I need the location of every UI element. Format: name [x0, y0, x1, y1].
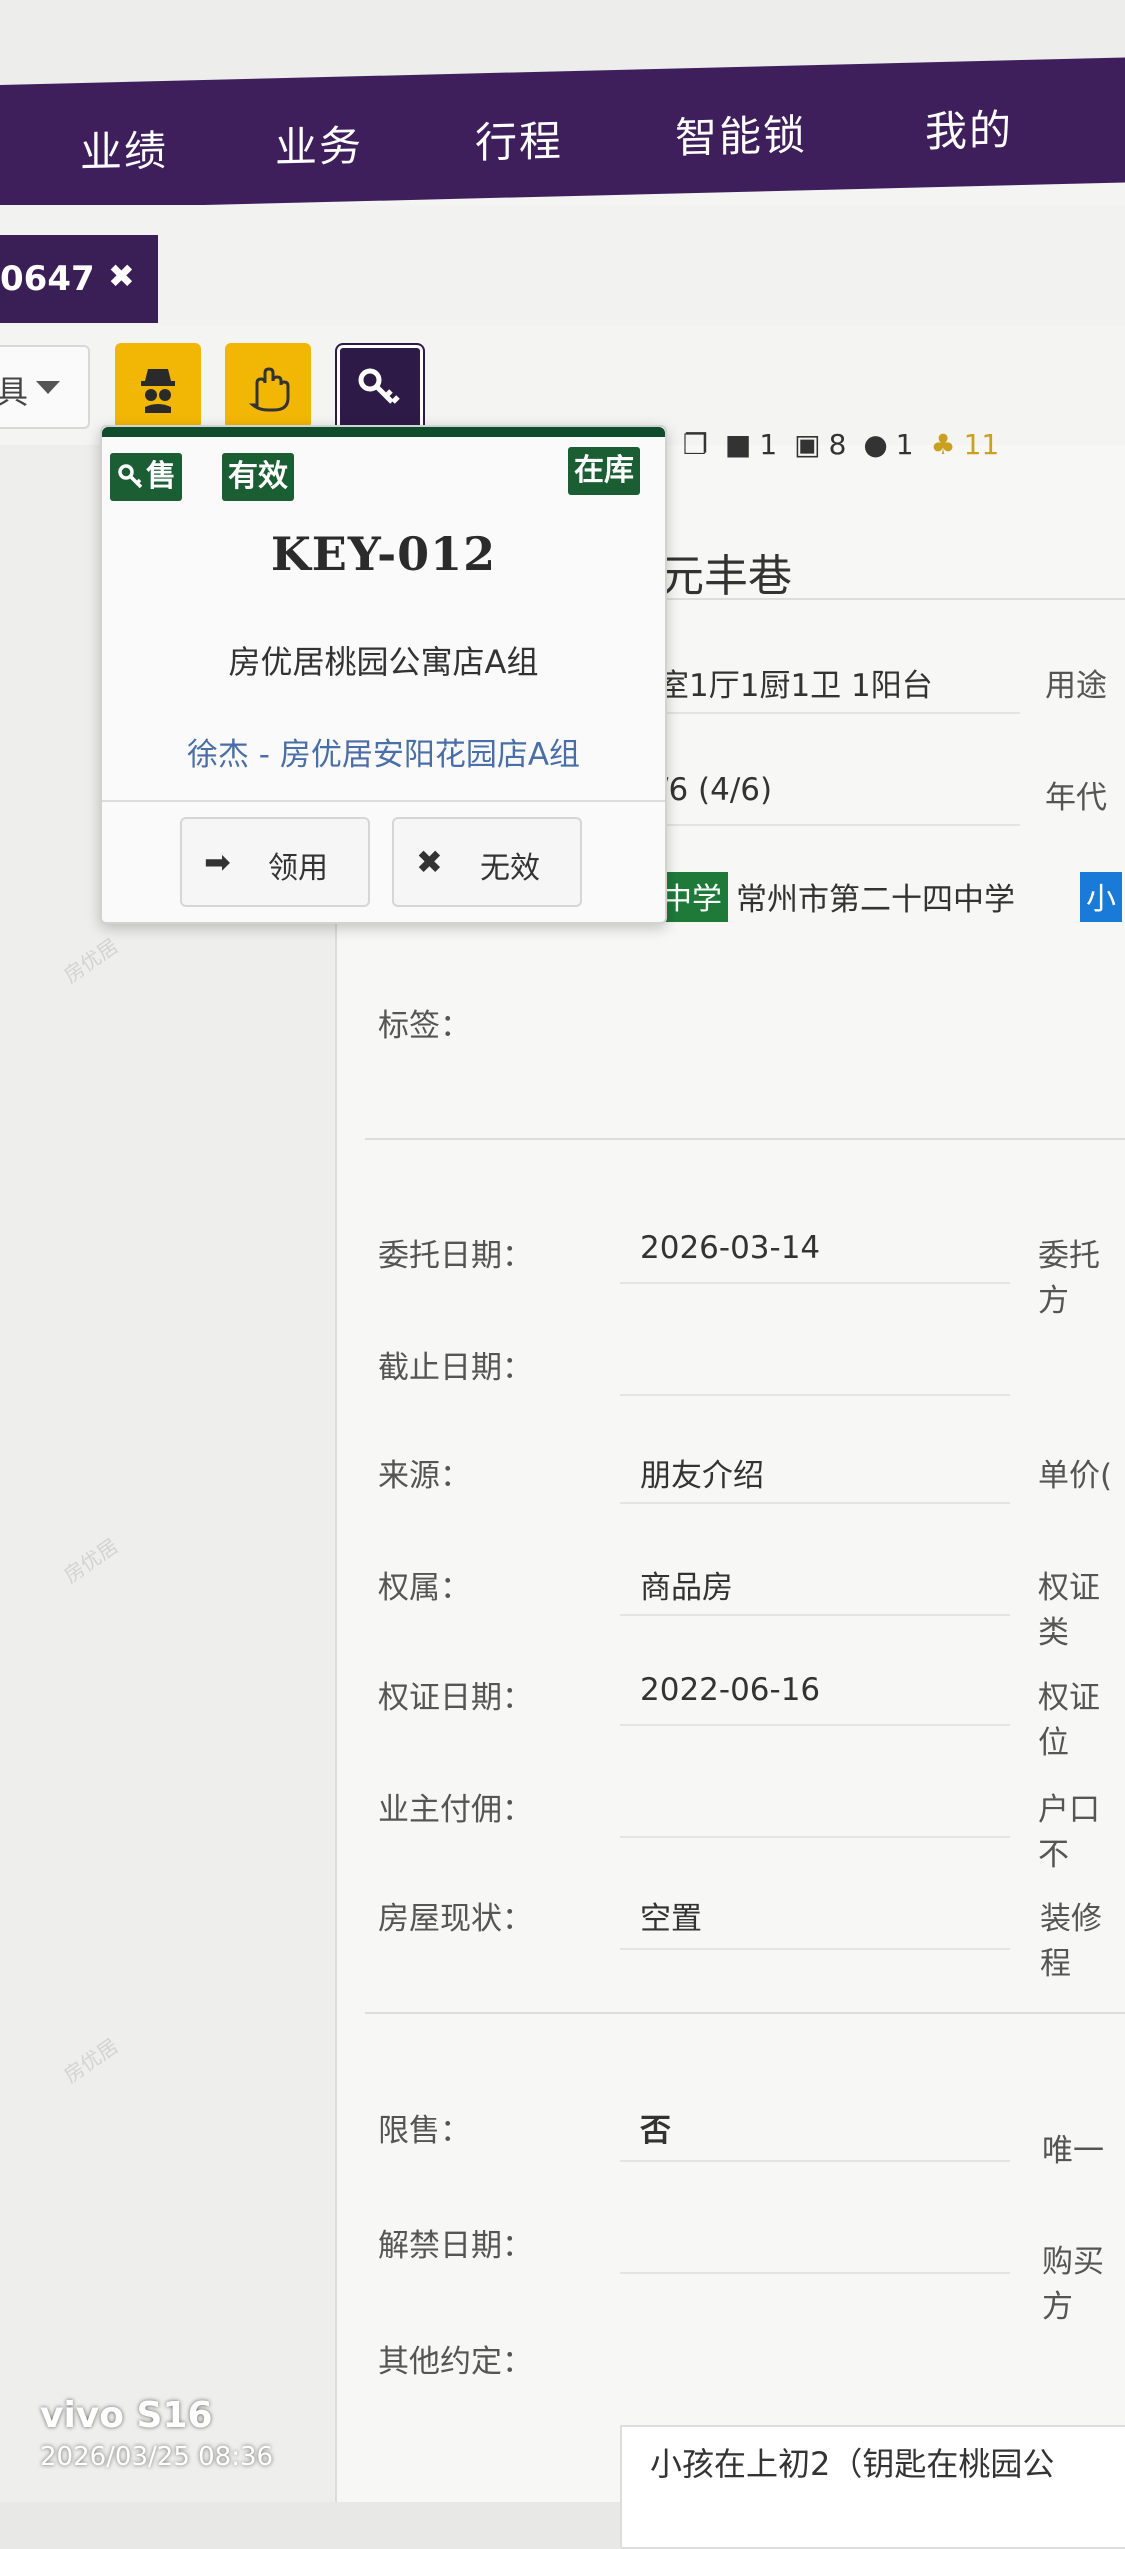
key-popup: 售 有效 在库 KEY-012 房优居桃园公寓店A组 徐杰 - 房优居安阳花园店… [100, 425, 667, 924]
commission-party-label: 委托方 [1038, 1238, 1100, 1319]
owner-commission-label: 业主付佣： [378, 1792, 533, 1828]
commission-date-label: 委托日期： [378, 1238, 533, 1274]
address-title: 元丰巷 [660, 551, 792, 602]
cert-date-label: 权证日期： [378, 1680, 533, 1716]
field-underline [620, 1394, 1010, 1396]
media-icons-row: ❐ ■ 1 ▣ 8 ● 1 ♣ 11 [660, 428, 1007, 468]
restrict-value: 否 [640, 2113, 671, 2149]
camera-timestamp: 2026/03/25 08:36 [40, 2442, 274, 2472]
field-underline [640, 824, 1020, 826]
cert-type-label: 权证类 [1038, 1570, 1100, 1651]
ownership-value: 商品房 [640, 1570, 733, 1606]
divider [365, 1138, 1125, 1140]
floor-value: /6 (4/6) [658, 772, 773, 808]
decoration-label: 装修程 [1040, 1901, 1102, 1982]
copy-icon[interactable]: ❐ [683, 428, 708, 461]
notes-text: 小孩在上初2（钥匙在桃园公 [650, 2445, 1055, 2483]
cert-location-label: 权证位 [1038, 1680, 1100, 1761]
field-underline [620, 2160, 1010, 2162]
restrict-label: 限售： [378, 2113, 471, 2149]
source-label: 来源： [378, 1458, 471, 1494]
divider [365, 2012, 1125, 2014]
sign-out-icon: ➡ [204, 843, 231, 881]
key-holder-link[interactable]: 徐杰 - 房优居安阳花园店A组 [102, 729, 665, 774]
borrow-button[interactable]: ➡ 领用 [180, 817, 370, 907]
dropdown-text: 具 [0, 373, 29, 411]
tab-property[interactable]: 0647 ✖ [0, 235, 158, 323]
tool-dropdown[interactable]: 具 [0, 345, 90, 429]
close-circle-icon: ✖ [416, 843, 443, 881]
nav-item-schedule[interactable]: 行程 [475, 107, 563, 170]
field-underline [620, 1282, 1010, 1284]
close-icon[interactable]: ✖ [108, 257, 135, 295]
image-icon[interactable]: ▣ [794, 428, 820, 461]
notes-field[interactable]: 小孩在上初2（钥匙在桃园公 [620, 2425, 1125, 2549]
field-underline [620, 1614, 1010, 1616]
nav-item-mine[interactable]: 我的 [925, 96, 1013, 159]
person-icon[interactable]: ● [863, 428, 887, 461]
unit-price-label: 单价( [1038, 1458, 1113, 1494]
chevron-down-icon [36, 381, 60, 394]
purchase-label: 购买方 [1042, 2244, 1104, 2325]
gold-count: 11 [963, 428, 1000, 461]
people-icon[interactable]: ♣ [931, 428, 956, 461]
status-value: 空置 [640, 1901, 702, 1937]
hukou-label: 户口不 [1038, 1792, 1100, 1873]
deadline-label: 截止日期： [378, 1350, 533, 1386]
tab-bar [0, 205, 1125, 325]
top-nav: 业绩 业务 行程 智能锁 我的 [0, 57, 1125, 211]
nav-item-performance[interactable]: 业绩 [80, 117, 168, 180]
ownership-label: 权属： [378, 1570, 471, 1606]
tags-label: 标签： [378, 1008, 471, 1044]
usage-label: 用途 [1045, 668, 1107, 704]
popup-accent [102, 427, 665, 437]
hand-button[interactable] [225, 343, 311, 429]
school-badge-primary: 小 [1080, 872, 1122, 922]
invalid-label: 无效 [480, 851, 540, 886]
invalidate-button[interactable]: ✖ 无效 [392, 817, 582, 907]
nav-item-business[interactable]: 业务 [275, 112, 363, 175]
tab-label: 0647 [0, 259, 95, 299]
nav-item-smart-lock[interactable]: 智能锁 [675, 101, 807, 165]
in-stock-tag: 在库 [568, 447, 640, 495]
year-label: 年代 [1045, 780, 1107, 816]
incognito-icon [141, 369, 175, 413]
field-underline [620, 1724, 1010, 1726]
release-date-label: 解禁日期： [378, 2228, 533, 2264]
school-name: 常州市第二十四中学 [736, 882, 1015, 918]
video-icon[interactable]: ■ [725, 428, 751, 461]
key-store: 房优居桃园公寓店A组 [228, 643, 539, 681]
field-underline [620, 2272, 1010, 2274]
key-icon [118, 464, 143, 489]
hand-icon [248, 367, 290, 412]
photo-screen: 业绩 业务 行程 智能锁 我的 0647 ✖ 具 房优居 房优居 房优居 ❐ ■… [0, 0, 1125, 2549]
unique-label: 唯一 [1042, 2133, 1104, 2169]
borrow-label: 领用 [268, 851, 328, 886]
field-underline [620, 1502, 1010, 1504]
source-value: 朋友介绍 [640, 1458, 764, 1494]
layout-value: 室1厅1厨1卫 1阳台 [658, 668, 933, 704]
field-underline [620, 1948, 1010, 1950]
sale-tag: 售 [110, 453, 182, 501]
key-icon [358, 368, 400, 404]
watermark: 房优居 [59, 2033, 123, 2088]
field-underline [620, 1836, 1010, 1838]
key-code: KEY-012 [270, 527, 497, 581]
watermark: 房优居 [59, 933, 123, 988]
key-button[interactable] [337, 345, 423, 431]
cert-date-value: 2022-06-16 [640, 1672, 821, 1708]
image-count: 8 [828, 428, 847, 461]
status-label: 房屋现状： [378, 1901, 533, 1937]
video-count: 1 [759, 428, 778, 461]
camera-brand: vivo S16 [40, 2395, 213, 2436]
commission-date-value: 2026-03-14 [640, 1230, 821, 1266]
popup-divider [102, 800, 665, 802]
sale-tag-label: 售 [146, 459, 176, 494]
field-underline [640, 712, 1020, 714]
valid-tag: 有效 [222, 453, 294, 501]
other-terms-label: 其他约定： [378, 2344, 533, 2380]
incognito-button[interactable] [115, 343, 201, 429]
person-count: 1 [895, 428, 914, 461]
watermark: 房优居 [59, 1533, 123, 1588]
